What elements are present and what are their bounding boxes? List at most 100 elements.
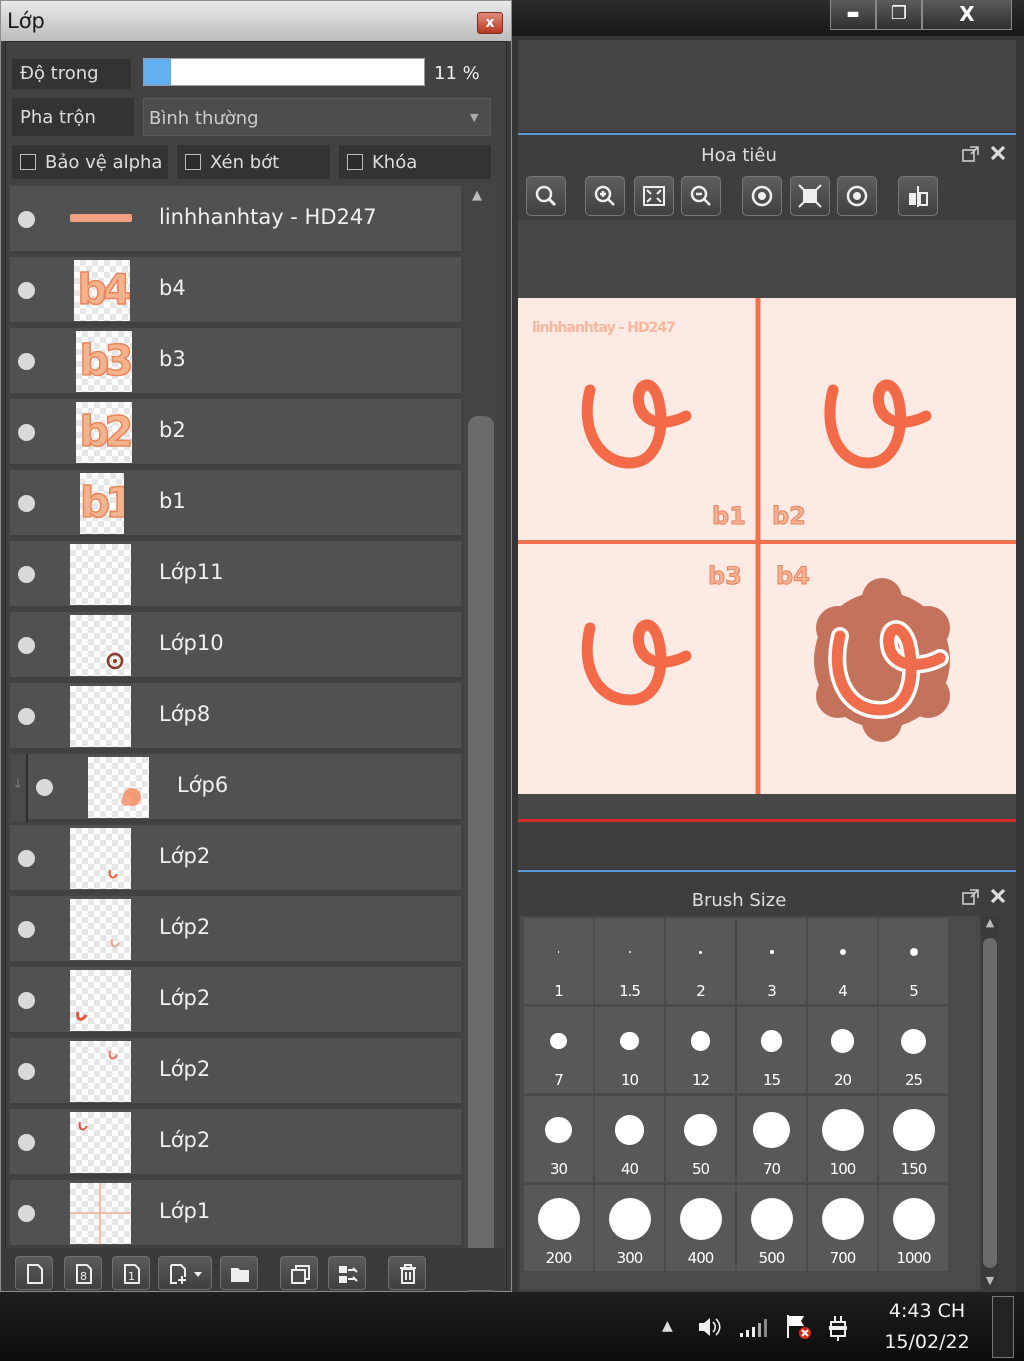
visibility-toggle-icon[interactable] (18, 1134, 35, 1151)
layer-row[interactable]: Lớp2 (10, 825, 461, 893)
rotate-left-icon[interactable] (742, 176, 782, 216)
layer-row[interactable]: b2 b2 (10, 399, 461, 467)
brush-size-option[interactable]: 25 (879, 1007, 948, 1093)
layer-row[interactable]: linhhanhtay - HD247 (10, 186, 461, 254)
fit-screen-icon[interactable] (634, 176, 674, 216)
visibility-toggle-icon[interactable] (18, 566, 35, 583)
add-layer-dropdown-icon[interactable] (158, 1256, 212, 1290)
window-close-button[interactable]: X (922, 0, 1012, 30)
layer-row[interactable]: Lớp2 (10, 1038, 461, 1106)
layer-row[interactable]: Lớp11 (10, 541, 461, 609)
actual-size-icon[interactable] (790, 176, 830, 216)
visibility-toggle-icon[interactable] (18, 708, 35, 725)
action-center-flag-icon[interactable] (784, 1312, 812, 1342)
zoom-in-icon[interactable] (585, 176, 625, 216)
layer-row[interactable]: Lớp10 (10, 612, 461, 680)
show-desktop-button[interactable] (992, 1296, 1014, 1358)
network-signal-icon[interactable] (738, 1316, 768, 1340)
visibility-toggle-icon[interactable] (18, 353, 35, 370)
layer-row[interactable]: Lớp2 (10, 967, 461, 1035)
brush-size-option[interactable]: 150 (879, 1096, 948, 1182)
brush-size-option[interactable]: 1.5 (595, 918, 664, 1004)
clipping-checkbox[interactable]: Xén bớt (177, 145, 330, 179)
brush-size-option[interactable]: 400 (666, 1185, 735, 1271)
brush-size-option[interactable]: 4 (808, 918, 877, 1004)
window-maximize-button[interactable]: ❐ (876, 0, 922, 30)
merge-layer-icon[interactable] (328, 1256, 366, 1290)
checkbox-box[interactable] (20, 154, 36, 170)
visibility-toggle-icon[interactable] (18, 850, 35, 867)
layer-scroll-thumb[interactable] (468, 416, 494, 1361)
brush-size-option[interactable]: 15 (737, 1007, 806, 1093)
navigator-canvas-preview[interactable]: linhhanhtay - HD247 b1 b2 b3 b4 (518, 298, 1016, 794)
flip-icon[interactable] (898, 176, 938, 216)
layer-row[interactable]: Lớp8 (10, 683, 461, 751)
volume-icon[interactable] (696, 1314, 724, 1340)
checkbox-box[interactable] (185, 154, 201, 170)
lock-checkbox[interactable]: Khóa (339, 145, 491, 179)
brush-size-option[interactable]: 2 (666, 918, 735, 1004)
brush-size-option[interactable]: 700 (808, 1185, 877, 1271)
undock-icon[interactable] (962, 888, 980, 906)
delete-layer-icon[interactable] (388, 1256, 426, 1290)
new-folder-icon[interactable] (220, 1256, 258, 1290)
rotate-right-icon[interactable] (837, 176, 877, 216)
brush-size-option[interactable]: 10 (595, 1007, 664, 1093)
protect-alpha-checkbox[interactable]: Bảo vệ alpha (12, 145, 168, 179)
brush-size-option[interactable]: 30 (524, 1096, 593, 1182)
layer-row[interactable]: Lớp2 (10, 896, 461, 964)
blend-mode-select[interactable]: Bình thường ▼ (143, 98, 491, 136)
layer-row[interactable]: Lớp2 (10, 1109, 461, 1177)
checkbox-box[interactable] (347, 154, 363, 170)
panel-close-icon[interactable] (989, 144, 1007, 162)
visibility-toggle-icon[interactable] (36, 779, 53, 796)
clock-time[interactable]: 4:43 CH (872, 1300, 982, 1322)
brush-size-option[interactable]: 300 (595, 1185, 664, 1271)
visibility-toggle-icon[interactable] (18, 211, 35, 228)
brush-size-option[interactable]: 50 (666, 1096, 735, 1182)
layer-row[interactable]: ↓ Lớp6 (10, 754, 461, 822)
brush-size-option[interactable]: 5 (879, 918, 948, 1004)
brush-size-option[interactable]: 70 (737, 1096, 806, 1182)
visibility-toggle-icon[interactable] (18, 637, 35, 654)
brush-size-option[interactable]: 7 (524, 1007, 593, 1093)
new-layer-icon[interactable] (15, 1256, 53, 1290)
brush-size-option[interactable]: 3 (737, 918, 806, 1004)
layer-row[interactable]: b4 b4 (10, 257, 461, 325)
new-vector-layer-icon[interactable]: 8 (64, 1256, 102, 1290)
window-minimize-button[interactable]: ▬ (830, 0, 876, 30)
scroll-up-icon[interactable]: ▲ (472, 188, 482, 203)
brush-size-option[interactable]: 20 (808, 1007, 877, 1093)
visibility-toggle-icon[interactable] (18, 282, 35, 299)
duplicate-layer-icon[interactable] (280, 1256, 318, 1290)
layer-row[interactable]: b1 b1 (10, 470, 461, 538)
zoom-reset-icon[interactable] (526, 176, 566, 216)
layer-scrollbar[interactable]: ▲ (464, 186, 496, 1361)
show-hidden-icons-icon[interactable]: ▲ (662, 1318, 673, 1334)
brush-size-option[interactable]: 500 (737, 1185, 806, 1271)
brush-size-option[interactable]: 1 (524, 918, 593, 1004)
visibility-toggle-icon[interactable] (18, 921, 35, 938)
layer-row[interactable]: Lớp1 (10, 1180, 461, 1248)
brush-size-option[interactable]: 100 (808, 1096, 877, 1182)
visibility-toggle-icon[interactable] (18, 424, 35, 441)
clock-date[interactable]: 15/02/22 (872, 1331, 982, 1353)
zoom-out-icon[interactable] (681, 176, 721, 216)
brush-scrollbar[interactable]: ▲ ▼ (982, 916, 998, 1290)
brush-size-option[interactable]: 12 (666, 1007, 735, 1093)
brush-size-option[interactable]: 1000 (879, 1185, 948, 1271)
visibility-toggle-icon[interactable] (18, 1063, 35, 1080)
undock-icon[interactable] (962, 145, 980, 163)
new-1bit-layer-icon[interactable]: 1 (112, 1256, 150, 1290)
visibility-toggle-icon[interactable] (18, 1205, 35, 1222)
layer-window-close-button[interactable]: x (477, 12, 503, 34)
layer-row[interactable]: b3 b3 (10, 328, 461, 396)
brush-scroll-thumb[interactable] (983, 938, 997, 1268)
power-plug-icon[interactable] (826, 1312, 852, 1342)
brush-size-option[interactable]: 200 (524, 1185, 593, 1271)
brush-size-option[interactable]: 40 (595, 1096, 664, 1182)
visibility-toggle-icon[interactable] (18, 495, 35, 512)
opacity-slider[interactable] (143, 58, 425, 86)
panel-close-icon[interactable] (989, 887, 1007, 905)
visibility-toggle-icon[interactable] (18, 992, 35, 1009)
